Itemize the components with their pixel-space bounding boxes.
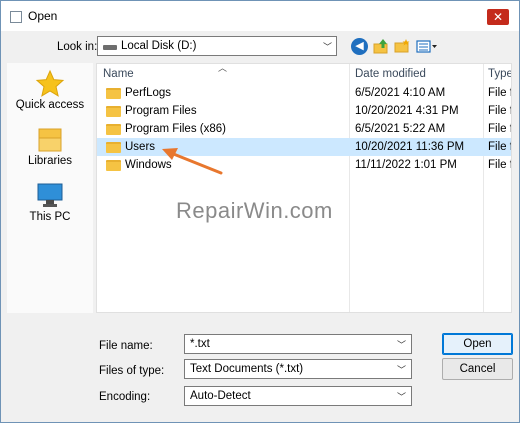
column-header-name[interactable]: Name bbox=[103, 68, 134, 80]
file-name-value: *.txt bbox=[190, 338, 210, 350]
file-row-users[interactable]: Users 10/20/2021 11:36 PM File fo bbox=[97, 138, 511, 156]
column-header-date[interactable]: Date modified bbox=[355, 68, 426, 80]
drive-icon bbox=[103, 45, 117, 50]
encoding-value: Auto-Detect bbox=[190, 390, 251, 402]
file-date: 6/5/2021 4:10 AM bbox=[355, 87, 446, 99]
cancel-button[interactable]: Cancel bbox=[442, 358, 513, 380]
new-folder-icon[interactable] bbox=[394, 38, 411, 55]
computer-icon bbox=[37, 183, 63, 207]
folder-icon bbox=[106, 106, 121, 117]
file-row-perflogs[interactable]: PerfLogs 6/5/2021 4:10 AM File fo bbox=[97, 84, 511, 102]
folder-icon bbox=[106, 142, 121, 153]
chevron-down-icon: ﹀ bbox=[396, 365, 406, 375]
file-type: File fo bbox=[488, 123, 511, 135]
file-type: File fo bbox=[488, 141, 511, 153]
file-row-windows[interactable]: Windows 11/11/2022 1:01 PM File fo bbox=[97, 156, 511, 174]
file-name: Windows bbox=[125, 159, 172, 171]
folder-icon bbox=[106, 160, 121, 171]
file-date: 10/20/2021 11:36 PM bbox=[355, 141, 465, 153]
libraries-icon bbox=[38, 128, 62, 152]
look-in-dropdown[interactable]: Local Disk (D:) ﹀ bbox=[97, 36, 337, 56]
files-of-type-label: Files of type: bbox=[99, 365, 165, 377]
encoding-label: Encoding: bbox=[99, 391, 151, 403]
view-menu-icon[interactable] bbox=[416, 38, 438, 55]
window-title: Open bbox=[28, 9, 58, 23]
files-of-type-dropdown[interactable]: Text Documents (*.txt) ﹀ bbox=[184, 359, 412, 379]
chevron-down-icon: ﹀ bbox=[322, 42, 332, 52]
look-in-value: Local Disk (D:) bbox=[121, 40, 197, 52]
places-bar: Quick access Libraries This PC bbox=[7, 63, 93, 313]
file-row-program-files[interactable]: Program Files 10/20/2021 4:31 PM File fo bbox=[97, 102, 511, 120]
file-date: 10/20/2021 4:31 PM bbox=[355, 105, 459, 117]
place-quick-access[interactable] bbox=[7, 69, 93, 102]
place-label-this-pc: This PC bbox=[29, 211, 71, 223]
files-of-type-value: Text Documents (*.txt) bbox=[190, 363, 304, 375]
folder-icon bbox=[106, 124, 121, 135]
column-header-type[interactable]: Type bbox=[488, 68, 511, 80]
close-button[interactable]: ✕ bbox=[487, 9, 509, 25]
place-label-libraries: Libraries bbox=[27, 155, 73, 167]
file-name: Program Files bbox=[125, 105, 197, 117]
chevron-down-icon: ﹀ bbox=[396, 340, 406, 350]
file-type: File fo bbox=[488, 87, 511, 99]
file-name: Program Files (x86) bbox=[125, 123, 226, 135]
file-date: 6/5/2021 5:22 AM bbox=[355, 123, 446, 135]
open-dialog: Open ✕ Look in: Local Disk (D:) ﹀ ◀ Quic… bbox=[0, 0, 520, 423]
encoding-dropdown[interactable]: Auto-Detect ﹀ bbox=[184, 386, 412, 406]
place-label-quick-access: Quick access bbox=[15, 99, 85, 111]
file-name-input[interactable]: *.txt ﹀ bbox=[184, 334, 412, 354]
notepad-icon bbox=[10, 11, 22, 23]
place-this-pc[interactable] bbox=[7, 181, 93, 214]
watermark: RepairWin.com bbox=[176, 198, 333, 223]
file-type: File fo bbox=[488, 105, 511, 117]
file-type: File fo bbox=[488, 159, 511, 171]
file-date: 11/11/2022 1:01 PM bbox=[355, 159, 457, 171]
folder-icon bbox=[106, 88, 121, 99]
star-icon bbox=[35, 69, 65, 97]
file-name-label: File name: bbox=[99, 340, 153, 352]
file-row-program-files-x86[interactable]: Program Files (x86) 6/5/2021 5:22 AM Fil… bbox=[97, 120, 511, 138]
file-list[interactable]: ︿ Name Date modified Type PerfLogs 6/5/2… bbox=[96, 63, 512, 313]
title-bar: Open ✕ bbox=[1, 1, 519, 31]
back-icon[interactable]: ◀ bbox=[351, 38, 368, 55]
sort-ascending-icon: ︿ bbox=[218, 63, 228, 73]
look-in-label: Look in: bbox=[57, 41, 98, 53]
file-name: PerfLogs bbox=[125, 87, 172, 99]
place-libraries[interactable] bbox=[7, 125, 93, 158]
up-folder-icon[interactable] bbox=[373, 38, 390, 55]
chevron-down-icon: ﹀ bbox=[396, 392, 406, 402]
open-button[interactable]: Open bbox=[442, 333, 513, 355]
file-name: Users bbox=[125, 141, 156, 153]
